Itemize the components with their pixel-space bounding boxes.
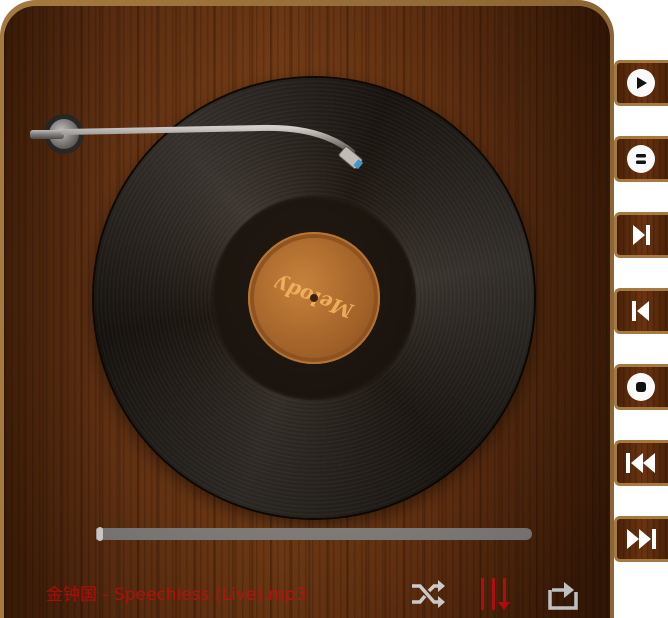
fast-forward-icon — [627, 529, 656, 549]
rewind-button[interactable] — [614, 440, 668, 486]
previous-track-button[interactable] — [614, 288, 668, 334]
progress-fill — [96, 528, 101, 540]
stop-icon — [627, 373, 655, 401]
play-button[interactable] — [614, 60, 668, 106]
vinyl-record: Melody — [94, 78, 534, 518]
shuffle-button[interactable] — [408, 576, 448, 612]
record-spindle — [310, 294, 318, 302]
next-track-icon — [633, 225, 650, 245]
stop-button[interactable] — [614, 364, 668, 410]
progress-handle[interactable] — [97, 527, 104, 541]
side-control-strip — [614, 60, 668, 618]
fast-forward-button[interactable] — [614, 516, 668, 562]
equalizer-button[interactable] — [476, 576, 516, 612]
wood-panel: Melody 金钟国 - Speechless (Live).mp3 — [4, 6, 610, 618]
track-title: 金钟国 - Speechless (Live).mp3 — [46, 585, 307, 605]
next-track-button[interactable] — [614, 212, 668, 258]
record-inner-ring — [212, 196, 416, 400]
tonearm[interactable] — [30, 110, 380, 180]
pause-icon — [627, 145, 655, 173]
rewind-icon — [626, 453, 655, 473]
pause-button[interactable] — [614, 136, 668, 182]
repeat-button[interactable] — [542, 576, 582, 612]
previous-track-icon — [632, 301, 649, 321]
repeat-icon — [548, 582, 578, 610]
progress-bar[interactable] — [96, 527, 532, 541]
play-icon — [627, 69, 655, 97]
record-label-text: Melody — [271, 272, 357, 324]
record-label: Melody — [248, 232, 380, 364]
equalizer-icon — [481, 578, 510, 610]
turntable-player: Melody 金钟国 - Speechless (Live).mp3 — [0, 0, 614, 618]
shuffle-icon — [412, 580, 445, 608]
